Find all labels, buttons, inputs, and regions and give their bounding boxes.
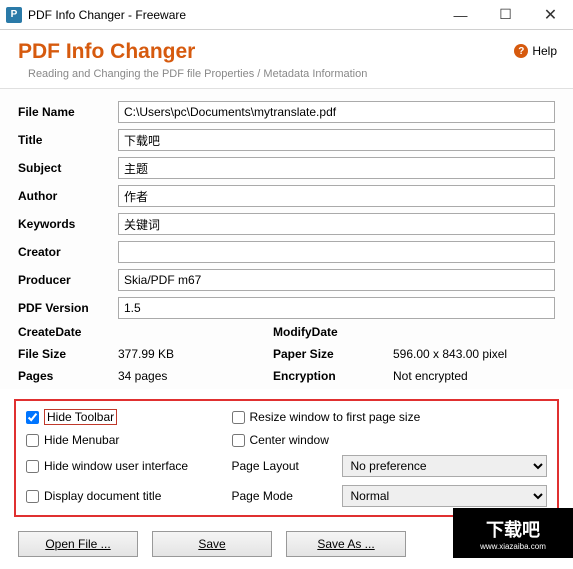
- resize-window-label: Resize window to first page size: [250, 410, 421, 424]
- help-link[interactable]: ? Help: [514, 44, 557, 58]
- hide-ui-checkbox[interactable]: [26, 460, 39, 473]
- open-file-button[interactable]: Open File ...: [18, 531, 138, 557]
- help-label: Help: [532, 44, 557, 58]
- close-button[interactable]: ✕: [528, 0, 573, 29]
- author-input[interactable]: [118, 185, 555, 207]
- file-name-label: File Name: [18, 105, 118, 119]
- page-layout-label: Page Layout: [232, 459, 342, 473]
- page-mode-label: Page Mode: [232, 489, 342, 503]
- window-title: PDF Info Changer - Freeware: [28, 8, 438, 22]
- hide-menubar-label: Hide Menubar: [44, 433, 119, 447]
- maximize-button[interactable]: ☐: [483, 0, 528, 29]
- author-label: Author: [18, 189, 118, 203]
- center-window-row[interactable]: Center window: [232, 433, 548, 447]
- resize-window-row[interactable]: Resize window to first page size: [232, 410, 548, 424]
- encryption-label: Encryption: [273, 369, 393, 383]
- pdf-version-input[interactable]: [118, 297, 555, 319]
- title-input[interactable]: [118, 129, 555, 151]
- pages-label: Pages: [18, 369, 118, 383]
- paper-size-value: 596.00 x 843.00 pixel: [393, 347, 555, 361]
- create-date-value: [118, 325, 273, 339]
- app-subtitle: Reading and Changing the PDF file Proper…: [28, 68, 555, 80]
- hide-ui-row[interactable]: Hide window user interface: [26, 459, 232, 473]
- producer-input[interactable]: [118, 269, 555, 291]
- subject-label: Subject: [18, 161, 118, 175]
- page-layout-select[interactable]: No preference: [342, 455, 548, 477]
- page-mode-select[interactable]: Normal: [342, 485, 548, 507]
- keywords-input[interactable]: [118, 213, 555, 235]
- display-title-label: Display document title: [44, 489, 161, 503]
- save-as-button[interactable]: Save As ...: [286, 531, 406, 557]
- titlebar: P PDF Info Changer - Freeware — ☐ ✕: [0, 0, 573, 30]
- window-controls: — ☐ ✕: [438, 0, 573, 29]
- title-label: Title: [18, 133, 118, 147]
- header: PDF Info Changer Reading and Changing th…: [0, 30, 573, 89]
- display-title-checkbox[interactable]: [26, 490, 39, 503]
- app-title: PDF Info Changer: [18, 40, 555, 64]
- button-bar: Open File ... Save Save As ...: [0, 525, 573, 569]
- resize-window-checkbox[interactable]: [232, 411, 245, 424]
- creator-label: Creator: [18, 245, 118, 259]
- modify-date-value: [393, 325, 555, 339]
- info-grid: CreateDate ModifyDate File Size 377.99 K…: [18, 325, 555, 383]
- modify-date-label: ModifyDate: [273, 325, 393, 339]
- save-button[interactable]: Save: [152, 531, 272, 557]
- hide-menubar-row[interactable]: Hide Menubar: [26, 433, 232, 447]
- producer-label: Producer: [18, 273, 118, 287]
- options-box: Hide Toolbar Resize window to first page…: [14, 399, 559, 517]
- pdf-version-label: PDF Version: [18, 301, 118, 315]
- file-name-input[interactable]: [118, 101, 555, 123]
- pages-value: 34 pages: [118, 369, 273, 383]
- paper-size-label: Paper Size: [273, 347, 393, 361]
- create-date-label: CreateDate: [18, 325, 118, 339]
- hide-menubar-checkbox[interactable]: [26, 434, 39, 447]
- hide-toolbar-label: Hide Toolbar: [44, 409, 117, 425]
- hide-ui-label: Hide window user interface: [44, 459, 188, 473]
- encryption-value: Not encrypted: [393, 369, 555, 383]
- subject-input[interactable]: [118, 157, 555, 179]
- app-icon: P: [6, 7, 22, 23]
- center-window-label: Center window: [250, 433, 329, 447]
- center-window-checkbox[interactable]: [232, 434, 245, 447]
- display-title-row[interactable]: Display document title: [26, 489, 232, 503]
- content: File Name Title Subject Author Keywords …: [0, 89, 573, 389]
- help-icon: ?: [514, 44, 528, 58]
- creator-input[interactable]: [118, 241, 555, 263]
- minimize-button[interactable]: —: [438, 0, 483, 29]
- hide-toolbar-checkbox[interactable]: [26, 411, 39, 424]
- file-size-value: 377.99 KB: [118, 347, 273, 361]
- hide-toolbar-row[interactable]: Hide Toolbar: [26, 409, 232, 425]
- file-size-label: File Size: [18, 347, 118, 361]
- keywords-label: Keywords: [18, 217, 118, 231]
